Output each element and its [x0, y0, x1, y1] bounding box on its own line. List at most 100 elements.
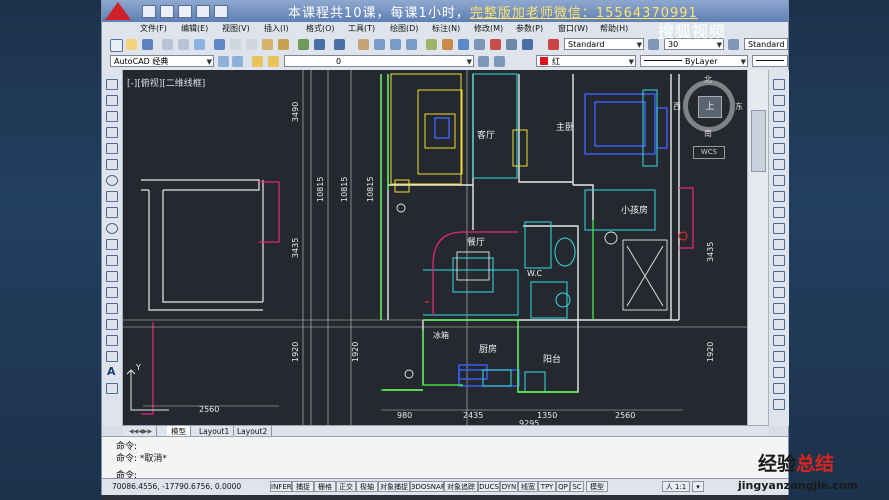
- move-icon[interactable]: [773, 159, 785, 170]
- rectangle-icon[interactable]: [106, 143, 118, 154]
- fillet-icon[interactable]: [773, 319, 785, 330]
- toggle-3dosnap[interactable]: 3DOSNAP: [410, 481, 445, 492]
- open-icon[interactable]: [126, 39, 137, 50]
- polyline-icon[interactable]: [106, 111, 118, 122]
- tool-palettes-icon[interactable]: [458, 39, 469, 50]
- cut-icon[interactable]: [230, 39, 241, 50]
- lightbulb-icon[interactable]: [268, 56, 279, 67]
- toggle-qp[interactable]: QP: [556, 481, 570, 492]
- plot-icon[interactable]: [162, 39, 173, 50]
- add-selected-icon[interactable]: [106, 383, 118, 394]
- menu-help[interactable]: 帮助(H): [600, 23, 628, 34]
- sheet-set-icon[interactable]: [474, 39, 485, 50]
- layer-dropdown[interactable]: 0 ▼: [284, 55, 474, 67]
- quickcalc-icon[interactable]: [506, 39, 517, 50]
- toggle-lineweight[interactable]: 线宽: [518, 481, 538, 492]
- extend-icon[interactable]: [773, 239, 785, 250]
- qnew-icon[interactable]: [110, 39, 123, 52]
- toggle-ducs[interactable]: DUCS: [478, 481, 500, 492]
- table-icon[interactable]: [106, 351, 118, 362]
- ellipse-icon[interactable]: [106, 223, 118, 234]
- dim-style-dropdown[interactable]: Standard: [744, 38, 788, 50]
- circle-icon[interactable]: [106, 175, 118, 186]
- layer-properties-icon[interactable]: [252, 56, 263, 67]
- status-menu-arrow[interactable]: ▾: [692, 481, 704, 492]
- properties-palette-icon[interactable]: [773, 399, 785, 410]
- wcs-menu[interactable]: WCS: [693, 146, 725, 159]
- point-icon[interactable]: [106, 287, 118, 298]
- 3d-print-icon[interactable]: [214, 39, 225, 50]
- paste-icon[interactable]: [262, 39, 273, 50]
- design-center-icon[interactable]: [442, 39, 453, 50]
- toggle-tpy[interactable]: TPY: [538, 481, 556, 492]
- polygon-icon[interactable]: [106, 127, 118, 138]
- menu-insert[interactable]: 插入(I): [264, 23, 289, 34]
- erase-icon[interactable]: [773, 79, 785, 90]
- stretch-icon[interactable]: [773, 207, 785, 218]
- menu-dimension[interactable]: 标注(N): [432, 23, 460, 34]
- help-icon[interactable]: [522, 39, 533, 50]
- scroll-thumb[interactable]: [751, 110, 766, 172]
- match-properties-icon[interactable]: [278, 39, 289, 50]
- viewcube-top-face[interactable]: 上: [698, 96, 722, 118]
- toggle-grid[interactable]: 栅格: [314, 481, 336, 492]
- chamfer-icon[interactable]: [773, 303, 785, 314]
- zoom-window-icon[interactable]: [390, 39, 401, 50]
- trim-icon[interactable]: [773, 223, 785, 234]
- menu-parameter[interactable]: 参数(P): [516, 23, 543, 34]
- menu-window[interactable]: 窗口(W): [558, 23, 588, 34]
- toggle-ortho[interactable]: 正交: [336, 481, 356, 492]
- menu-format[interactable]: 格式(O): [306, 23, 335, 34]
- new-file-icon[interactable]: [142, 5, 156, 18]
- text-style-icon[interactable]: [548, 39, 559, 50]
- copy-object-icon[interactable]: [773, 95, 785, 106]
- publish-icon[interactable]: [194, 39, 205, 50]
- construction-line-icon[interactable]: [106, 95, 118, 106]
- toggle-sc[interactable]: SC: [570, 481, 584, 492]
- spline-icon[interactable]: [106, 207, 118, 218]
- workspace-settings-icon[interactable]: [218, 56, 229, 67]
- make-current-layer-icon[interactable]: [478, 56, 489, 67]
- model-space-button[interactable]: 模型: [586, 481, 608, 492]
- toggle-snap[interactable]: 捕捉: [292, 481, 314, 492]
- insert-block-icon[interactable]: [106, 255, 118, 266]
- revision-cloud-icon[interactable]: [106, 191, 118, 202]
- array-icon[interactable]: [773, 143, 785, 154]
- viewcube[interactable]: 上 北 南 东 西 WCS: [671, 74, 745, 170]
- blend-curves-icon[interactable]: [773, 335, 785, 346]
- ellipse-arc-icon[interactable]: [106, 239, 118, 250]
- break-at-point-icon[interactable]: [773, 255, 785, 266]
- lineweight-dropdown[interactable]: [752, 55, 788, 67]
- menu-view[interactable]: 视图(V): [222, 23, 250, 34]
- markup-icon[interactable]: [490, 39, 501, 50]
- table-style-icon[interactable]: [728, 39, 739, 50]
- dimension-icon[interactable]: [773, 383, 785, 394]
- redo-icon[interactable]: [334, 39, 345, 50]
- linetype-dropdown[interactable]: ByLayer ▼: [640, 55, 748, 67]
- join-icon[interactable]: [773, 287, 785, 298]
- save-toolbar-icon[interactable]: [142, 39, 153, 50]
- plot-preview-icon[interactable]: [178, 39, 189, 50]
- pan-icon[interactable]: [358, 39, 369, 50]
- hatch-icon[interactable]: [106, 303, 118, 314]
- workspace-dropdown[interactable]: AutoCAD 经典 ▼: [110, 55, 214, 67]
- layer-previous-icon[interactable]: [494, 56, 505, 67]
- menu-edit[interactable]: 编辑(E): [181, 23, 208, 34]
- explode-icon[interactable]: [773, 351, 785, 362]
- open-file-icon[interactable]: [160, 5, 174, 18]
- autocad-logo-icon[interactable]: [105, 2, 131, 20]
- save-as-icon[interactable]: [196, 5, 210, 18]
- toggle-polar[interactable]: 极轴: [356, 481, 378, 492]
- menu-modify[interactable]: 修改(M): [474, 23, 503, 34]
- zoom-previous-icon[interactable]: [406, 39, 417, 50]
- mirror-icon[interactable]: [773, 111, 785, 122]
- toggle-osnap[interactable]: 对象捕捉: [378, 481, 410, 492]
- text-style-dropdown[interactable]: Standard ▼: [564, 38, 644, 50]
- gradient-icon[interactable]: [106, 319, 118, 330]
- menu-draw[interactable]: 绘图(D): [390, 23, 418, 34]
- scale-icon[interactable]: [773, 191, 785, 202]
- undo-icon[interactable]: [314, 39, 325, 50]
- make-block-icon[interactable]: [106, 271, 118, 282]
- zoom-realtime-icon[interactable]: [374, 39, 385, 50]
- save-icon[interactable]: [178, 5, 192, 18]
